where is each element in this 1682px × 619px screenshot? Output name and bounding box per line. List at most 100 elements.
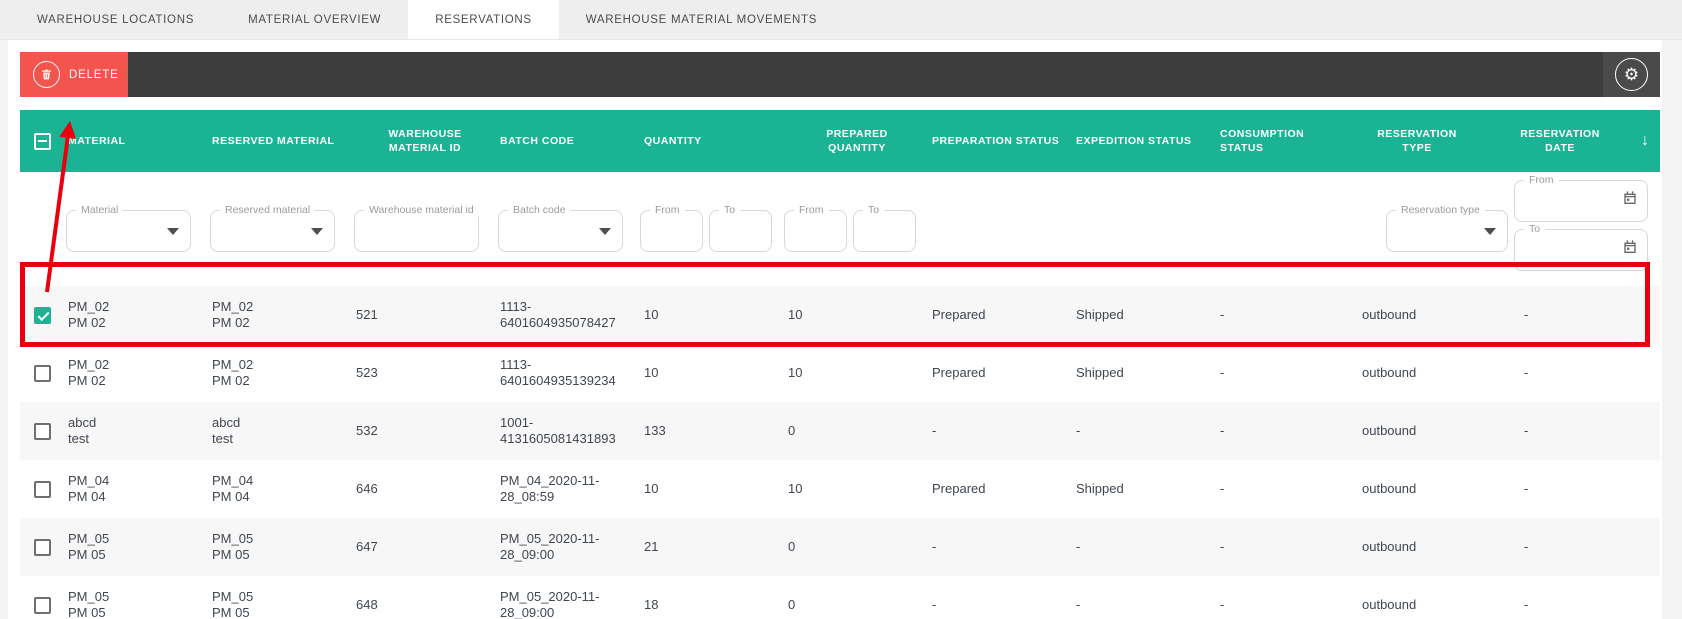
tab-material-overview[interactable]: MATERIAL OVERVIEW [221, 0, 408, 39]
tab-reservations[interactable]: RESERVATIONS [408, 0, 559, 39]
reservation-date-to-filter-input[interactable]: To [1514, 223, 1648, 271]
cell-reservation-type: outbound [1362, 481, 1417, 496]
batch-code-filter-select[interactable]: Batch code [498, 204, 623, 252]
calendar-icon[interactable] [1622, 190, 1638, 211]
col-header-material[interactable]: MATERIAL [62, 134, 206, 148]
calendar-icon[interactable] [1622, 239, 1638, 260]
reservations-card: DELETE MATERIAL RESERVED MATERIAL WAREHO… [8, 40, 1662, 619]
cell-preparation-status: - [932, 423, 937, 438]
row-checkbox[interactable] [34, 306, 51, 324]
table-row[interactable]: PM_02 PM 02 PM_02 PM 02 521 1113- 640160493… [20, 286, 1660, 344]
cell-reserved-material: PM_02 PM 02 [212, 299, 254, 330]
reserved-material-filter-label: Reserved material [220, 204, 316, 216]
row-checkbox[interactable] [34, 480, 51, 498]
cell-reserved-material: PM_02 PM 02 [212, 357, 254, 388]
reserved-material-filter-select[interactable]: Reserved material [210, 204, 335, 252]
cell-consumption-status: - [1220, 481, 1225, 496]
table-row[interactable]: PM_04 PM 04 PM_04 PM 04 646 PM_04_2020-11-… [20, 460, 1660, 518]
cell-reserved-material: PM_04 PM 04 [212, 473, 254, 504]
cell-batch-code: PM_05_2020-11- 28_09:00 [500, 589, 600, 619]
cell-consumption-status: - [1220, 307, 1225, 322]
col-header-preparation-status[interactable]: PREPARATION STATUS [926, 134, 1070, 148]
delete-button-label: DELETE [69, 68, 119, 81]
table-body: PM_02 PM 02 PM_02 PM 02 521 1113- 640160493… [20, 286, 1660, 619]
quantity-from-filter-input[interactable]: From [640, 204, 703, 252]
reservation-date-from-filter-label: From [1524, 174, 1559, 186]
material-filter-label: Material [76, 204, 124, 216]
prepared-quantity-to-filter-input[interactable]: To [853, 204, 916, 252]
cell-warehouse-material-id: 532 [356, 423, 378, 438]
tab-warehouse-material-movements[interactable]: WAREHOUSE MATERIAL MOVEMENTS [559, 0, 844, 39]
cell-preparation-status: - [932, 597, 937, 612]
delete-button[interactable]: DELETE [20, 52, 128, 97]
material-filter-select[interactable]: Material [66, 204, 191, 252]
cell-reservation-type: outbound [1362, 365, 1417, 380]
table-row[interactable]: abcd test abcd test 532 1001- 4131605081431… [20, 402, 1660, 460]
cell-quantity: 10 [644, 481, 659, 496]
cell-batch-code: PM_04_2020-11- 28_08:59 [500, 473, 600, 504]
cell-quantity: 133 [644, 423, 666, 438]
cell-preparation-status: Prepared [932, 307, 986, 322]
chevron-down-icon [311, 228, 323, 235]
cell-quantity: 10 [644, 307, 659, 322]
cell-material: abcd test [68, 415, 97, 446]
cell-expedition-status: - [1076, 597, 1081, 612]
row-checkbox[interactable] [34, 596, 51, 614]
cell-warehouse-material-id: 523 [356, 365, 378, 380]
cell-reservation-date: - [1524, 307, 1529, 322]
chevron-down-icon [167, 228, 179, 235]
filter-row: Material Reserved material Warehouse mat… [20, 172, 1660, 286]
sort-descending-icon[interactable]: ↓ [1630, 132, 1660, 150]
cell-expedition-status: Shipped [1076, 365, 1124, 380]
cell-preparation-status: - [932, 539, 937, 554]
cell-material: PM_04 PM 04 [68, 473, 110, 504]
prepared-quantity-from-filter-input[interactable]: From [784, 204, 847, 252]
cell-reserved-material: PM_05 PM 05 [212, 531, 254, 562]
cell-batch-code: 1113- 6401604935078427 [500, 299, 616, 330]
cell-expedition-status: Shipped [1076, 481, 1124, 496]
col-header-warehouse-material-id[interactable]: WAREHOUSE MATERIAL ID [350, 127, 494, 155]
tab-bar: WAREHOUSE LOCATIONS MATERIAL OVERVIEW RE… [0, 0, 1682, 40]
prepared-quantity-from-filter-label: From [794, 204, 829, 216]
tab-warehouse-locations[interactable]: WAREHOUSE LOCATIONS [10, 0, 221, 39]
reservations-page: WAREHOUSE LOCATIONS MATERIAL OVERVIEW RE… [0, 0, 1682, 619]
cell-warehouse-material-id: 647 [356, 539, 378, 554]
cell-material: PM_05 PM 05 [68, 531, 110, 562]
cell-batch-code: 1001- 4131605081431893 [500, 415, 616, 446]
select-all-checkbox[interactable] [34, 132, 51, 150]
row-checkbox[interactable] [34, 364, 51, 382]
batch-code-filter-label: Batch code [508, 204, 571, 216]
col-header-quantity[interactable]: QUANTITY [638, 134, 782, 148]
col-header-prepared-quantity[interactable]: PREPARED QUANTITY [782, 127, 926, 155]
cell-batch-code: PM_05_2020-11- 28_09:00 [500, 531, 600, 562]
col-header-reserved-material[interactable]: RESERVED MATERIAL [206, 134, 350, 148]
cell-prepared-quantity: 0 [788, 423, 796, 438]
cell-material: PM_02 PM 02 [68, 299, 110, 330]
gear-icon[interactable] [1615, 58, 1648, 91]
row-checkbox[interactable] [34, 422, 51, 440]
cell-reserved-material: PM_05 PM 05 [212, 589, 254, 619]
cell-reservation-date: - [1524, 481, 1529, 496]
col-header-reservation-type[interactable]: RESERVATION TYPE [1354, 127, 1474, 155]
table-row[interactable]: PM_05 PM 05 PM_05 PM 05 647 PM_05_2020-11-… [20, 518, 1660, 576]
reservation-date-to-filter-label: To [1524, 223, 1546, 235]
cell-prepared-quantity: 10 [788, 481, 803, 496]
table-row[interactable]: PM_05 PM 05 PM_05 PM 05 648 PM_05_2020-11-… [20, 576, 1660, 619]
cell-material: PM_02 PM 02 [68, 357, 110, 388]
table-row[interactable]: PM_02 PM 02 PM_02 PM 02 523 1113- 640160493… [20, 344, 1660, 402]
cell-reservation-date: - [1524, 539, 1529, 554]
quantity-to-filter-input[interactable]: To [709, 204, 772, 252]
cell-reservation-type: outbound [1362, 423, 1417, 438]
cell-consumption-status: - [1220, 365, 1225, 380]
col-header-expedition-status[interactable]: EXPEDITION STATUS [1070, 134, 1214, 148]
col-header-consumption-status[interactable]: CONSUMPTION STATUS [1214, 127, 1326, 155]
col-header-batch-code[interactable]: BATCH CODE [494, 134, 638, 148]
trash-icon [33, 61, 60, 88]
cell-warehouse-material-id: 646 [356, 481, 378, 496]
warehouse-material-id-filter-input[interactable]: Warehouse material id [354, 204, 479, 252]
reservation-date-from-filter-input[interactable]: From [1514, 174, 1648, 222]
cell-consumption-status: - [1220, 597, 1225, 612]
row-checkbox[interactable] [34, 538, 51, 556]
col-header-reservation-date[interactable]: RESERVATION DATE [1474, 127, 1630, 155]
